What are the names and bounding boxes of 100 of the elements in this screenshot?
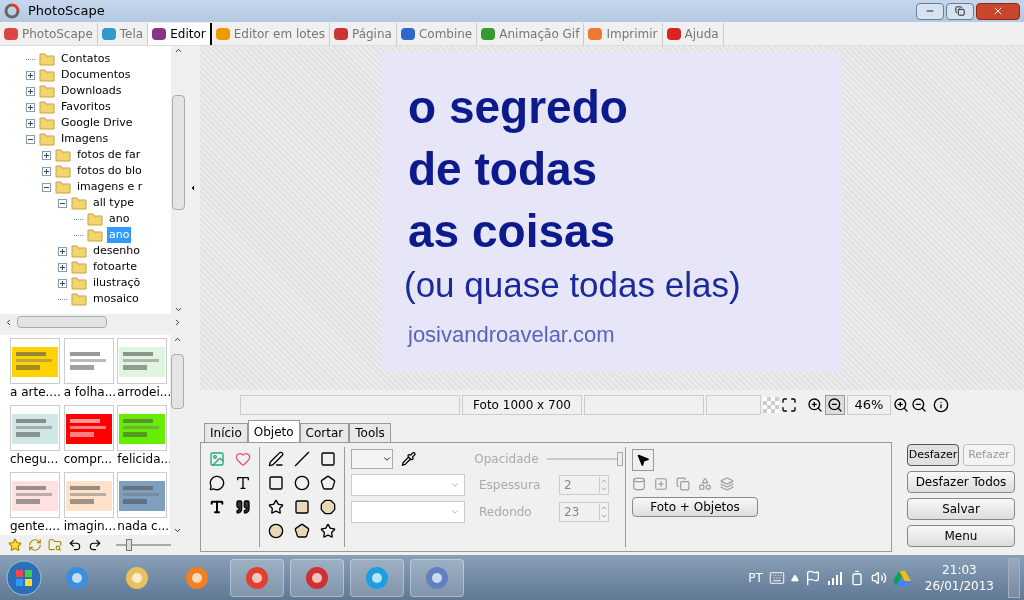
filled-pentagon-icon[interactable] <box>294 523 310 539</box>
scroll-down-icon[interactable] <box>174 305 183 314</box>
image-icon[interactable] <box>209 451 225 467</box>
square-icon[interactable] <box>320 451 336 467</box>
tab[interactable]: Cortar <box>299 423 350 442</box>
layers-icon[interactable] <box>720 477 734 491</box>
restore-button[interactable] <box>946 2 974 20</box>
freehand-icon[interactable] <box>268 451 284 467</box>
drive-icon[interactable] <box>892 569 911 586</box>
scroll-up-icon[interactable] <box>174 46 183 55</box>
tab[interactable]: Imprimir <box>584 22 663 45</box>
tab[interactable]: Ajuda <box>662 22 724 45</box>
info-icon[interactable] <box>933 397 949 413</box>
collapse-icon[interactable] <box>42 182 51 192</box>
tab[interactable]: Início <box>204 423 248 442</box>
taskbar-app-button[interactable] <box>290 558 344 597</box>
taskbar-app-button[interactable] <box>350 558 404 597</box>
add-object-icon[interactable] <box>654 477 668 491</box>
quote-icon[interactable] <box>235 499 251 515</box>
zoom-out-icon[interactable] <box>911 397 927 413</box>
filled-square-icon[interactable] <box>294 499 310 515</box>
scroll-thumb[interactable] <box>17 316 107 328</box>
show-hidden-icon[interactable] <box>790 573 799 582</box>
scroll-left-icon[interactable] <box>4 317 13 327</box>
circle-icon[interactable] <box>294 475 310 491</box>
expand-icon[interactable] <box>58 262 67 272</box>
heart-icon[interactable] <box>235 451 251 467</box>
signal-icon[interactable] <box>826 570 843 585</box>
taskbar-app-button[interactable] <box>230 558 284 597</box>
volume-icon[interactable] <box>870 569 887 586</box>
expand-icon[interactable] <box>26 70 35 80</box>
tree-item[interactable]: fotos de far <box>75 146 143 164</box>
tree-item[interactable]: Favoritos <box>59 98 113 116</box>
action-button[interactable]: Menu <box>907 525 1015 547</box>
color-dropdown[interactable] <box>351 449 393 469</box>
rounded-square-icon[interactable] <box>268 475 284 491</box>
favorite-icon[interactable] <box>8 538 22 552</box>
expand-icon[interactable] <box>42 166 51 176</box>
minimize-button[interactable] <box>916 2 944 20</box>
tab[interactable]: Editor <box>148 22 212 45</box>
tab[interactable]: Editor em lotes <box>211 22 330 45</box>
action-button[interactable]: Salvar <box>907 498 1015 520</box>
tree-item[interactable]: mosaico <box>91 290 141 308</box>
tree-item[interactable]: Contatos <box>59 50 113 68</box>
collapse-panel-icon[interactable] <box>189 184 197 192</box>
tree-item[interactable]: all type <box>91 194 136 212</box>
star-icon[interactable] <box>320 523 336 539</box>
pentagon-icon[interactable] <box>320 475 336 491</box>
tree-item[interactable]: desenho <box>91 242 142 260</box>
cylinder-icon[interactable] <box>632 477 646 491</box>
expand-icon[interactable] <box>58 246 67 256</box>
tree-item[interactable]: fotoarte <box>91 258 139 276</box>
tree-item[interactable]: fotos do blo <box>75 162 144 180</box>
group-icon[interactable] <box>698 477 712 491</box>
fit-icon[interactable] <box>781 397 797 413</box>
text-icon[interactable] <box>235 475 251 491</box>
folder-search-icon[interactable] <box>48 538 62 552</box>
scroll-thumb[interactable] <box>171 354 184 409</box>
filled-circle-icon[interactable] <box>268 523 284 539</box>
expand-icon[interactable] <box>26 102 35 112</box>
speech-bubble-icon[interactable] <box>209 475 225 491</box>
start-button[interactable] <box>4 557 44 598</box>
collapse-icon[interactable] <box>26 134 35 144</box>
scroll-up-icon[interactable] <box>173 335 182 344</box>
scroll-right-icon[interactable] <box>173 317 182 327</box>
tree-item[interactable]: Documentos <box>59 66 133 84</box>
expand-icon[interactable] <box>42 150 51 160</box>
tree-item[interactable]: Downloads <box>59 82 124 100</box>
line-icon[interactable] <box>294 451 310 467</box>
thumbnail-size-slider[interactable] <box>116 539 171 551</box>
eyedropper-icon[interactable] <box>401 451 417 467</box>
close-button[interactable] <box>976 2 1020 20</box>
tab[interactable]: Combine <box>396 22 478 45</box>
select-tool-button[interactable] <box>632 449 654 471</box>
duplicate-icon[interactable] <box>676 477 690 491</box>
tree-item[interactable]: Google Drive <box>59 114 135 132</box>
tab[interactable]: PhotoScape <box>0 22 98 45</box>
refresh-icon[interactable] <box>28 538 42 552</box>
tab[interactable]: Animação Gif <box>477 22 585 45</box>
back-icon[interactable] <box>68 538 82 552</box>
collapse-icon[interactable] <box>58 198 67 208</box>
tab[interactable]: Objeto <box>247 420 300 442</box>
tab[interactable]: Página <box>329 22 397 45</box>
scroll-thumb[interactable] <box>172 95 185 210</box>
keyboard-icon[interactable] <box>768 569 785 586</box>
photo-objects-button[interactable]: Foto + Objetos <box>632 497 758 517</box>
tree-item[interactable]: ano <box>107 210 132 228</box>
fit-zoom-button[interactable] <box>825 395 845 415</box>
tree-item[interactable]: ilustraçõ <box>91 274 143 292</box>
octagon-icon[interactable] <box>320 499 336 515</box>
taskbar-app-button[interactable] <box>410 558 464 597</box>
tree-item[interactable]: imagens e r <box>75 178 145 196</box>
zoom-in-icon[interactable] <box>893 397 909 413</box>
expand-icon[interactable] <box>26 118 35 128</box>
tree-item[interactable]: Imagens <box>59 130 111 148</box>
star-icon[interactable] <box>268 499 284 515</box>
actual-size-icon[interactable] <box>807 397 823 413</box>
tab[interactable]: Tools <box>349 423 391 442</box>
flag-icon[interactable] <box>804 569 821 586</box>
scroll-down-icon[interactable] <box>173 526 182 535</box>
